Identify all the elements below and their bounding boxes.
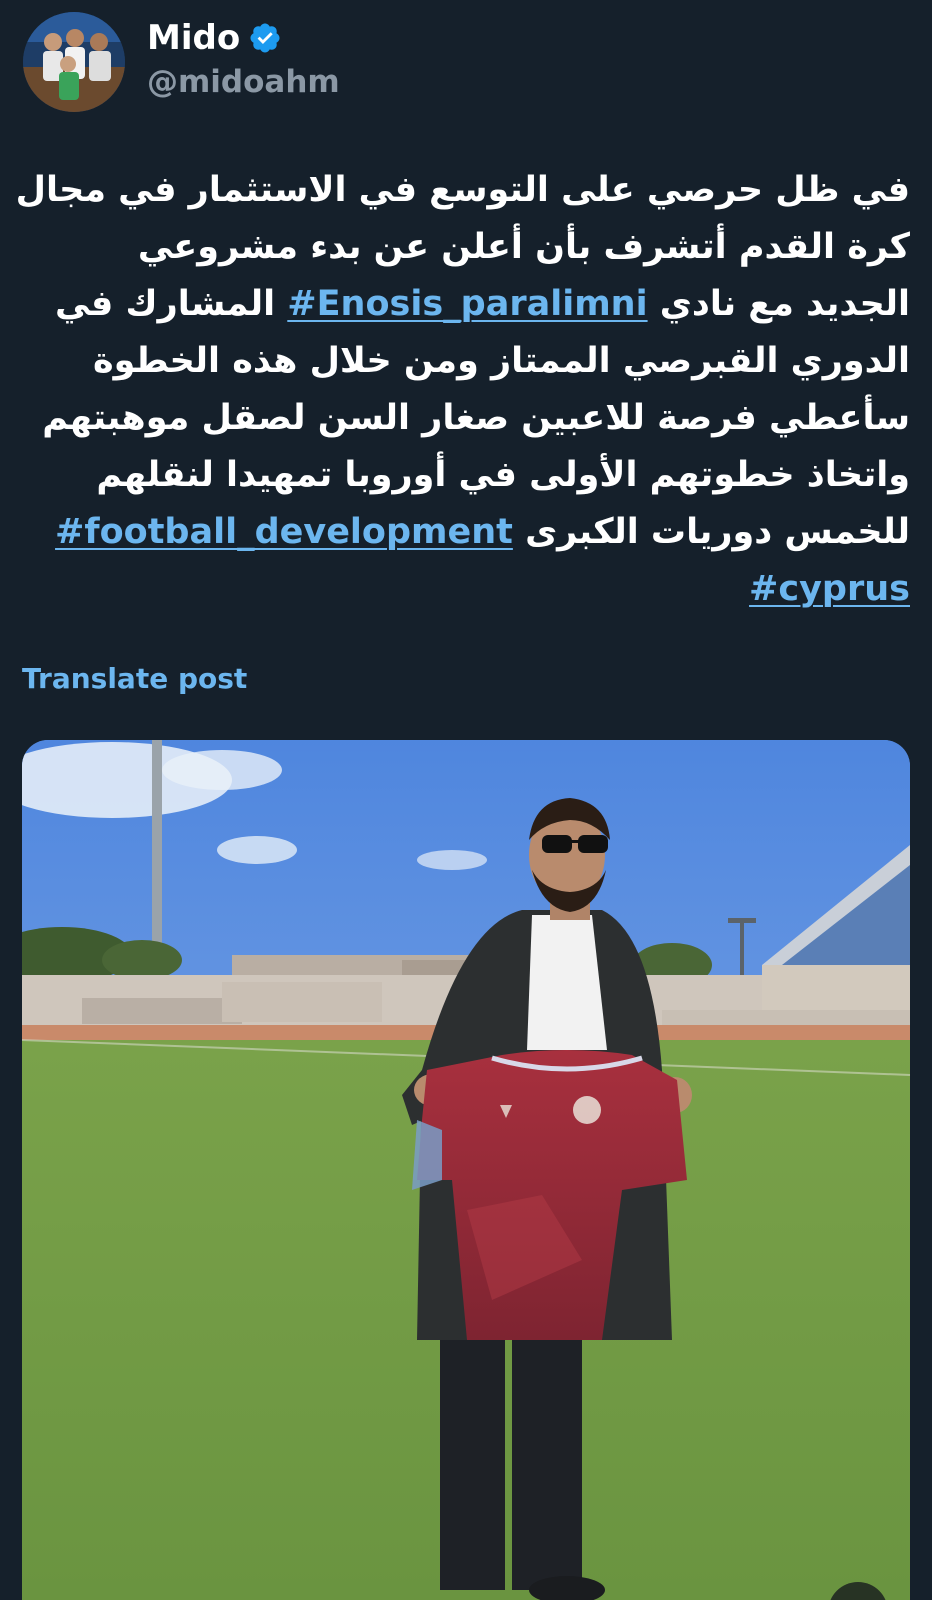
tweet-line-3-after: المشارك في bbox=[55, 284, 276, 324]
hashtag-enosis-paralimni[interactable]: #Enosis_paralimni bbox=[287, 284, 647, 324]
tweet-line-6: واتخاذ خطوتهم الأولى في أوروبا تمهيدا لن… bbox=[96, 455, 910, 495]
tweet-post: Mido @midoahm في ظل حرصي على التوسع في ا… bbox=[0, 0, 932, 1600]
tweet-header: Mido @midoahm bbox=[23, 12, 340, 112]
tweet-line-4: الدوري القبرصي الممتاز ومن خلال هذه الخط… bbox=[92, 341, 910, 381]
tweet-line-7: للخمس دوريات الكبرى #football_developmen… bbox=[22, 504, 910, 561]
author-handle[interactable]: @midoahm bbox=[147, 64, 340, 100]
verified-badge-icon bbox=[248, 21, 282, 55]
tweet-line-3-before: الجديد مع نادي bbox=[659, 284, 910, 324]
tweet-line-3: الجديد مع نادي #Enosis_paralimni المشارك… bbox=[22, 276, 910, 333]
translate-post-link[interactable]: Translate post bbox=[22, 662, 247, 695]
tweet-line-8: #cyprus bbox=[22, 561, 910, 618]
tweet-line-7-before: للخمس دوريات الكبرى bbox=[525, 512, 910, 552]
tweet-text: في ظل حرصي على التوسع في الاستثمار في مج… bbox=[15, 162, 910, 618]
tweet-line-1: في ظل حرصي على التوسع في الاستثمار في مج… bbox=[15, 170, 910, 210]
speaker-muted-icon bbox=[842, 1596, 874, 1600]
video-frame bbox=[22, 740, 910, 1600]
tweet-line-2: كرة القدم أتشرف بأن أعلن عن بدء مشروعي bbox=[137, 227, 910, 267]
name-row: Mido bbox=[147, 14, 340, 62]
avatar[interactable] bbox=[23, 12, 125, 112]
video-player[interactable] bbox=[22, 740, 910, 1600]
tweet-line-5: سأعطي فرصة للاعبين صغار السن لصقل موهبته… bbox=[42, 398, 910, 438]
hashtag-cyprus[interactable]: #cyprus bbox=[749, 569, 910, 609]
display-name[interactable]: Mido bbox=[147, 18, 240, 58]
hashtag-football-development[interactable]: #football_development bbox=[55, 512, 513, 552]
author-names: Mido @midoahm bbox=[147, 14, 340, 100]
